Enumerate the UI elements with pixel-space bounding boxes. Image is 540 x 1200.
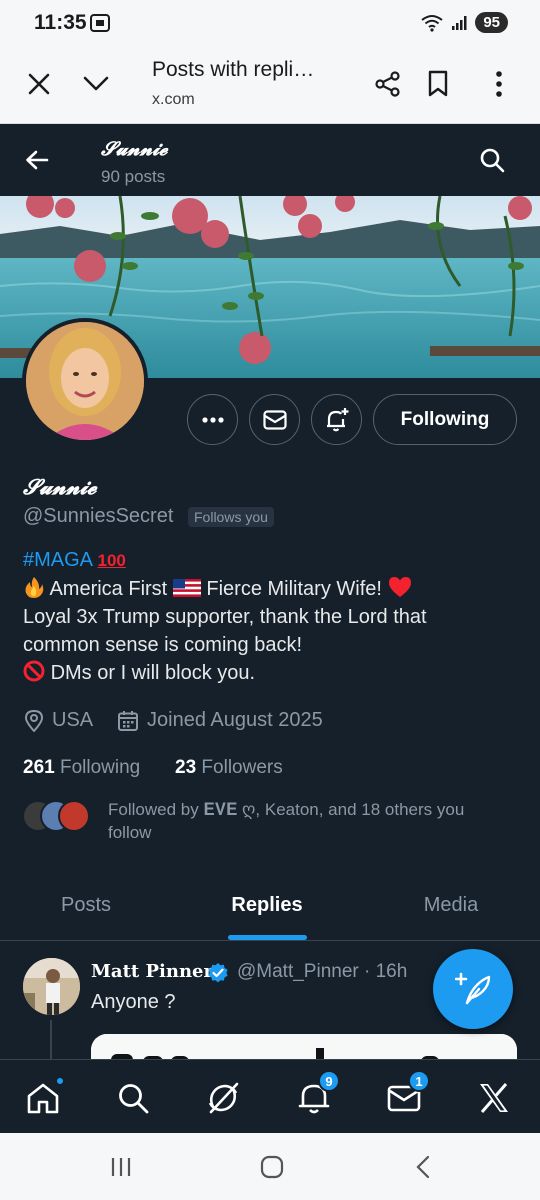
nav-search[interactable] [111,1076,155,1120]
home-unread-dot [55,1076,65,1086]
join-date: Joined August 2025 [117,709,323,732]
tab-replies[interactable]: Replies [180,870,354,940]
messages-badge: 1 [408,1070,430,1092]
verified-badge-icon [207,962,229,989]
tab-media[interactable]: Media [362,870,540,940]
share-icon[interactable] [368,64,408,104]
post-author-avatar[interactable] [23,958,80,1015]
search-icon [119,1084,149,1114]
notifications-badge: 9 [318,1070,340,1092]
back-icon[interactable] [408,1153,438,1181]
page-url: x.com [152,91,195,108]
header-display-name: 𝓢𝓾𝓷𝓷𝓲𝓮 [101,138,168,160]
close-icon[interactable] [19,64,59,104]
wifi-icon [421,14,443,32]
us-flag-icon [172,577,201,605]
heart-icon [388,576,412,606]
recent-apps-icon[interactable] [106,1153,136,1181]
profile-tabs: Posts Replies Media [0,870,540,941]
compose-feather-icon [455,972,491,1005]
hashtag-link[interactable]: #MAGA [23,549,92,571]
calendar-icon [118,710,138,731]
battery-icon: 95 [475,12,508,33]
following-link[interactable]: 261 Following [23,757,140,779]
follows-you-badge: Follows you [188,507,274,527]
hundred-icon: 100 [97,551,126,570]
more-vertical-icon[interactable] [479,64,519,104]
avatar [58,800,90,832]
sim-icon [90,14,110,32]
profile-header-bar: 𝓢𝓾𝓷𝓷𝓲𝓮 90 posts [0,124,540,196]
header-posts-count: 90 posts [101,167,166,186]
followers-label: Followers [201,757,283,778]
joined-text: Joined August 2025 [147,709,323,731]
status-bar: 11:35 95 [0,0,540,46]
home-icon [27,1083,59,1114]
active-tab-indicator [228,935,307,940]
bio-line-3: Loyal 3x Trump supporter, thank the Lord… [23,606,427,628]
bio-military-wife: Fierce Military Wife! [206,578,382,600]
post-author-name[interactable]: Matt Pinner [91,961,213,982]
followed-by-line-1: Followed by 𝐄𝐕𝐄 ღ, Keaton, and 18 others… [108,800,465,819]
back-arrow-icon[interactable] [17,140,57,180]
followed-by-line-2: follow [108,823,152,842]
following-count: 261 [23,757,55,778]
x-logo-icon [480,1083,508,1113]
home-button-icon[interactable] [257,1153,287,1181]
message-button[interactable] [249,394,300,445]
prohibited-icon [23,660,45,690]
browser-toolbar: Posts with repli… x.com [0,46,540,124]
following-label: Following [59,757,141,778]
status-time: 11:35 [34,11,87,34]
followers-count: 23 [175,757,197,778]
thread-line [50,1020,52,1060]
chevron-down-icon[interactable] [76,64,116,104]
more-options-button[interactable] [187,394,238,445]
bio-dm-text: DMs or I will block you. [50,662,256,684]
location-pin-icon [24,709,44,732]
mail-icon [262,409,287,430]
grok-icon [208,1082,239,1114]
bottom-navigation: 9 1 [0,1059,540,1133]
bio-line-5: DMs or I will block you. [23,659,523,690]
notify-button[interactable] [311,394,362,445]
nav-grok[interactable] [201,1076,245,1120]
nav-messages[interactable]: 1 [382,1070,430,1120]
bio-line-2: America First Fierce Military Wife! [23,575,523,606]
profile-handle: @SunniesSecret [23,505,174,527]
ellipsis-icon [201,416,224,423]
bell-plus-icon [326,407,348,431]
nav-x-premium[interactable] [472,1076,516,1120]
post-text: Anyone ? [91,991,176,1013]
profile-avatar[interactable] [22,318,148,444]
bookmark-icon[interactable] [418,64,458,104]
location: USA [24,709,93,732]
compose-button[interactable] [433,949,513,1029]
system-navigation-bar [0,1133,540,1200]
followed-by-avatars[interactable] [22,800,94,832]
bio-america-first: America First [49,578,168,600]
signal-icon [452,15,467,30]
bio-line-4: common sense is coming back! [23,634,303,656]
fire-icon [23,576,45,606]
followed-by-text[interactable]: Followed by 𝐄𝐕𝐄 ღ, Keaton, and 18 others… [108,798,508,844]
tab-posts[interactable]: Posts [0,870,172,940]
nav-home[interactable] [21,1076,65,1120]
page-title: Posts with repli… [152,58,315,81]
following-button[interactable]: Following [373,394,517,445]
followers-link[interactable]: 23 Followers [175,757,283,779]
profile-display-name: 𝓢𝓾𝓷𝓷𝓲𝓮 [23,474,97,499]
nav-notifications[interactable]: 9 [292,1070,340,1120]
search-icon[interactable] [472,140,512,180]
location-text: USA [52,709,94,731]
post-handle-time: @Matt_Pinner · 16h [237,961,408,982]
bio-line-1: #MAGA 100 [23,546,523,575]
